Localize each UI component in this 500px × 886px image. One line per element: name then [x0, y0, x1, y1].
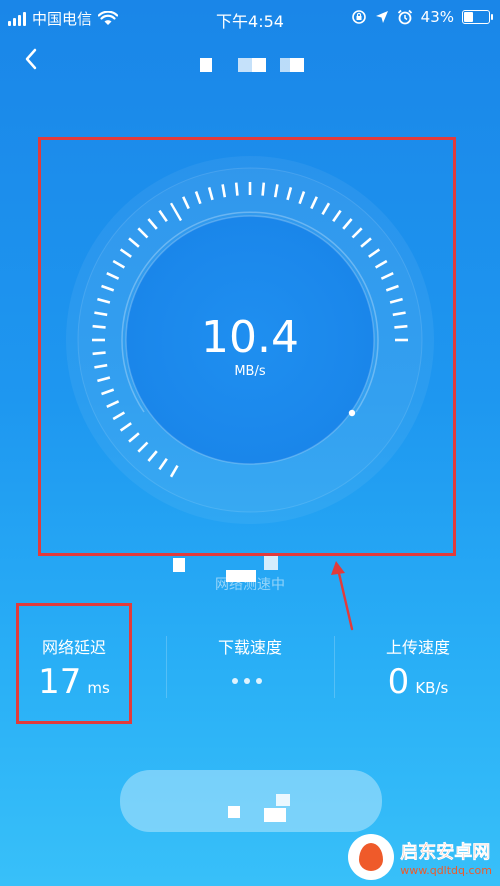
redaction-block [173, 558, 185, 572]
gauge-highlight-box [38, 137, 456, 556]
bottom-action-button[interactable] [120, 770, 382, 832]
loading-dots-icon [232, 678, 262, 684]
battery-icon [462, 10, 493, 24]
back-chevron-icon[interactable] [16, 44, 46, 74]
redaction-block [276, 794, 290, 806]
battery-percent: 43% [420, 8, 454, 26]
stat-divider [334, 636, 335, 698]
stat-divider [166, 636, 167, 698]
download-label: 下载速度 [217, 638, 282, 657]
watermark: 启东安卓网 www.qdltdq.com [348, 834, 492, 880]
watermark-brand: 启东安卓网 [400, 841, 491, 863]
upload-stat: 上传速度 0 KB/s [336, 604, 500, 724]
download-stat: 下载速度 [168, 604, 332, 724]
watermark-url: www.qdltdq.com [400, 863, 492, 877]
upload-value: 0 [387, 662, 410, 702]
upload-label: 上传速度 [385, 638, 450, 657]
redaction-block [228, 806, 240, 818]
redaction-block [264, 556, 278, 570]
status-right: 43% [351, 8, 493, 26]
status-bar: 中国电信 下午4:54 43% [0, 0, 500, 38]
upload-unit: KB/s [415, 679, 449, 697]
battery-level [464, 12, 473, 22]
alarm-icon [397, 9, 412, 25]
upload-reading: 0 KB/s [336, 662, 500, 702]
test-status-text: 网络测速中 [215, 577, 285, 593]
redaction-block [264, 808, 286, 822]
latency-highlight-box [16, 603, 132, 724]
page-title-redacted [200, 58, 310, 72]
watermark-logo-icon [348, 834, 395, 880]
watermark-text-block: 启东安卓网 www.qdltdq.com [400, 838, 492, 877]
location-icon [375, 11, 388, 23]
rotation-lock-icon [351, 10, 366, 24]
